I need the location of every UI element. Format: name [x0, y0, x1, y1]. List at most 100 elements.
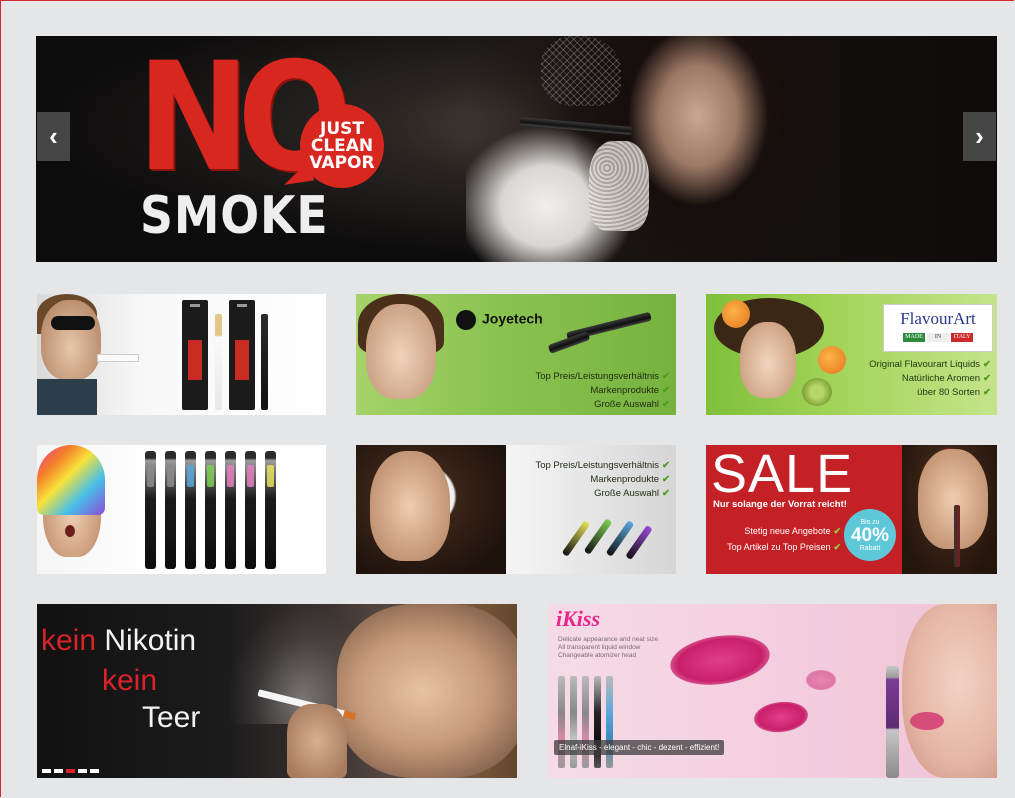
ecig-image [954, 505, 960, 567]
joyetech-logo: Joyetech [456, 310, 543, 330]
joyetech-feature-list: Top Preis/Leistungsverhältnis ✔ Markenpro… [535, 370, 670, 412]
check-icon: ✔ [662, 399, 670, 410]
discount-badge: Bis zu 40% Rabatt [844, 509, 896, 561]
tile-cigalike-starter[interactable] [37, 294, 326, 415]
pagination-dot-4[interactable] [78, 769, 87, 773]
flavourart-brand-text: FlavourArt [900, 309, 976, 328]
headline-line-3: Teer [142, 701, 201, 734]
hero-headline-smoke: SMOKE [140, 186, 329, 246]
feature-text: Große Auswahl [594, 399, 660, 410]
sale-feature-list: Stetig neue Angebote ✔ Top Artikel zu Top… [706, 523, 841, 555]
chevron-left-icon: ‹ [49, 121, 58, 151]
check-icon: ✔ [662, 460, 670, 471]
check-icon: ✔ [833, 542, 841, 552]
tile-clearomizer-range[interactable] [37, 445, 326, 574]
pagination-dot-3[interactable] [66, 769, 75, 773]
clearomizer-pink-image [225, 451, 236, 569]
tagline-line: Delicate appearance and neat size [558, 636, 659, 643]
discount-badge-value: 40% [850, 524, 890, 546]
tagline-line: Changeable atomizer head [558, 652, 637, 659]
clearomizer-grey-image [165, 451, 176, 569]
hero-veil-decoration [541, 36, 621, 106]
headline-kein: kein [41, 624, 97, 657]
lipstick-kiss-decoration [806, 670, 836, 690]
slider-next-button[interactable]: › [963, 112, 996, 161]
model-face [41, 300, 101, 380]
check-icon: ✔ [983, 373, 991, 384]
clearomizer-yellow-image [265, 451, 276, 569]
model-mouth [65, 525, 75, 537]
feature-text: Markenprodukte [590, 474, 660, 485]
hero-headline-no: NO [137, 36, 352, 205]
bubble-line-just: JUST [320, 118, 364, 139]
lipstick-kiss-decoration [752, 699, 810, 735]
model-face [370, 451, 450, 561]
sale-title: SALE [711, 445, 854, 504]
feature-text: Stetig neue Angebote [744, 526, 831, 536]
clearomizer-feature-list: Top Preis/Leistungsverhältnis ✔ Markenpro… [535, 459, 670, 501]
hero-speech-bubble: JUST CLEAN VAPOR [300, 104, 384, 188]
pagination-dot-5[interactable] [90, 769, 99, 773]
product-pack-image [182, 300, 208, 410]
feature-text: über 80 Sorten [917, 387, 981, 398]
tile-joyetech[interactable]: Joyetech Top Preis/Leistungsverhältnis ✔ … [356, 294, 676, 415]
model-rainbow-hair [37, 445, 105, 515]
tile-flavourart[interactable]: FlavourArt MADE IN ITALY Original Flavou… [706, 294, 997, 415]
flag-strip: MADE IN ITALY [884, 333, 992, 342]
cigalike-black-image [261, 314, 268, 410]
check-icon: ✔ [662, 385, 670, 396]
feature-text: Natürliche Aromen [901, 373, 981, 384]
joyetech-logo-icon [456, 310, 476, 330]
check-icon: ✔ [662, 474, 670, 485]
tile-sale[interactable]: SALE Nur solange der Vorrat reicht! Stet… [706, 445, 997, 574]
discount-badge-bottom: Rabatt [859, 544, 881, 552]
clearomizer-pink-image [245, 451, 256, 569]
clearomizer-grey-image [145, 451, 156, 569]
slider-prev-button[interactable]: ‹ [37, 112, 70, 161]
tile-clearomizer-offer[interactable]: Top Preis/Leistungsverhältnis ✔ Markenpro… [356, 445, 676, 574]
flag-red: ITALY [951, 333, 973, 342]
check-icon: ✔ [662, 371, 670, 382]
feature-text: Top Preis/Leistungsverhältnis [535, 371, 660, 382]
pagination-dot-1[interactable] [42, 769, 51, 773]
chevron-right-icon: › [975, 121, 984, 151]
orange-decoration [722, 300, 750, 328]
ikiss-caption: Elnaf-iKiss - elegant - chic - dezent - … [554, 740, 725, 755]
clearomizer-blue-image [185, 451, 196, 569]
cigalike-white-image [215, 314, 222, 410]
sunglasses-decoration [51, 316, 95, 330]
pagination-dot-2[interactable] [54, 769, 63, 773]
sale-subtitle: Nur solange der Vorrat reicht! [713, 499, 847, 510]
ikiss-logo: iKiss [556, 606, 601, 631]
headline-line-1: kein Nikotin [41, 624, 196, 658]
product-pack-image [229, 300, 255, 410]
ikiss-purple-pen-image [886, 666, 899, 778]
tagline-line: All transparent liquid window [558, 644, 641, 651]
banner-ikiss[interactable]: iKiss Delicate appearance and neat size … [548, 604, 997, 778]
feature-text: Top Artikel zu Top Preisen [727, 542, 831, 552]
model-shirt [37, 379, 97, 415]
flag-green: MADE [903, 333, 925, 342]
check-icon: ✔ [662, 488, 670, 499]
bubble-line-vapor: VAPOR [309, 152, 375, 173]
flavourart-logo: FlavourArt MADE IN ITALY [883, 304, 993, 352]
model-hand [287, 704, 347, 778]
feature-text: Top Preis/Leistungsverhältnis [535, 460, 660, 471]
model-face [902, 604, 997, 778]
cigalike-image [97, 354, 139, 362]
ikiss-tagline: Delicate appearance and neat size All tr… [558, 636, 658, 660]
banner-kein-nikotin[interactable]: kein Nikotin kein Teer [37, 604, 517, 778]
flavourart-feature-list: Original Flavourart Liquids ✔ Natürliche … [869, 358, 991, 400]
banner-pagination [42, 769, 99, 773]
model-face [918, 449, 988, 549]
check-icon: ✔ [983, 387, 991, 398]
lipstick-kiss-decoration [667, 629, 773, 691]
model-face [337, 604, 517, 778]
model-face [740, 322, 796, 398]
flag-white: IN [927, 333, 949, 342]
model-face [366, 304, 436, 399]
bubble-line-clean: CLEAN [310, 135, 374, 156]
hero-slider[interactable]: NO JUST CLEAN VAPOR SMOKE ‹ › [36, 36, 997, 262]
hero-glove-decoration [589, 141, 649, 231]
check-icon: ✔ [983, 359, 991, 370]
